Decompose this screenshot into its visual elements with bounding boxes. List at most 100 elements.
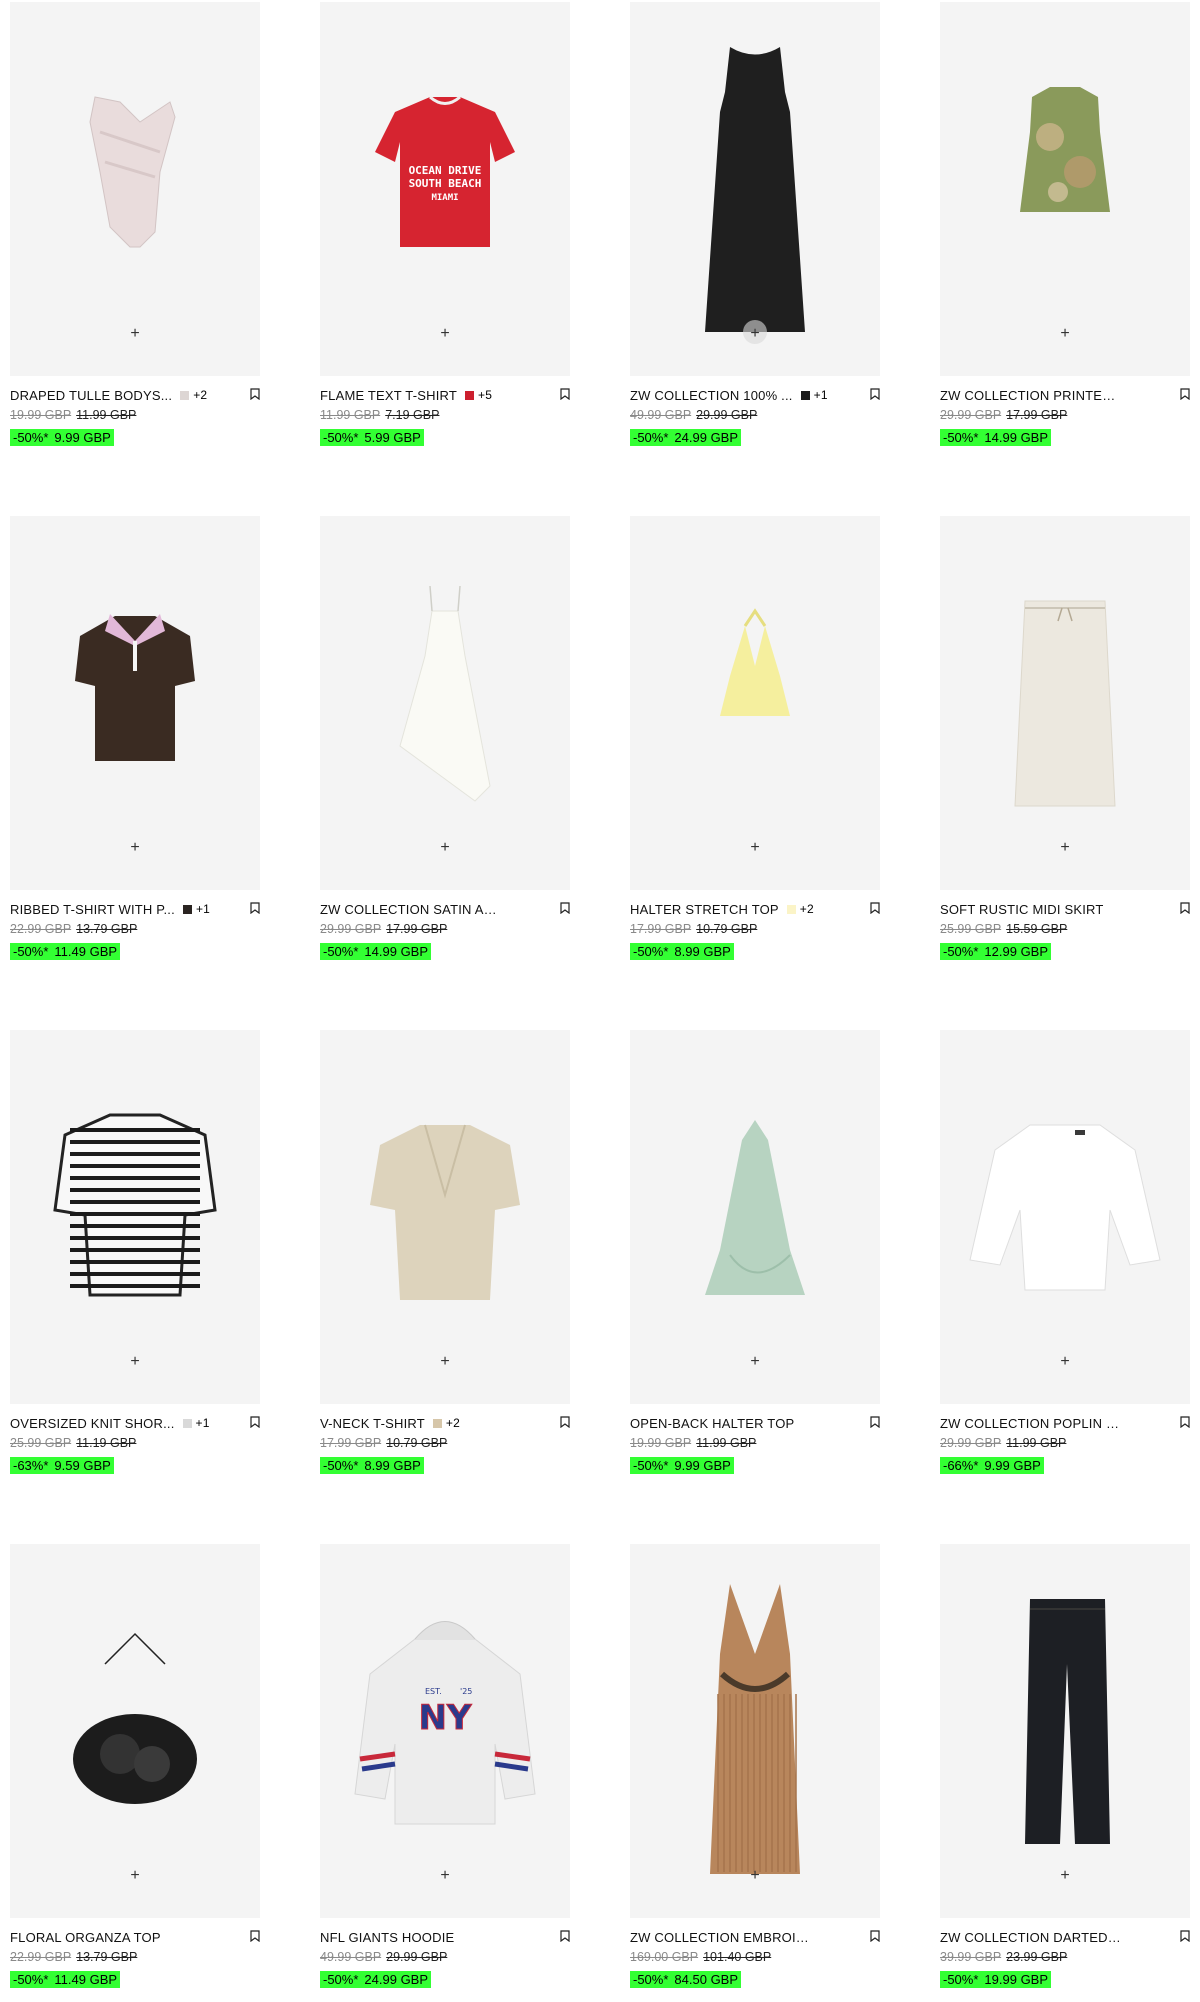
product-name[interactable]: FLORAL ORGANZA TOP xyxy=(10,1930,161,1945)
product-card[interactable]: + DRAPED TULLE BODYS... +2 19.99 GBP 11.99 G… xyxy=(10,2,260,458)
previous-price: 10.79 GBP xyxy=(386,1436,448,1450)
bookmark-icon[interactable] xyxy=(1180,388,1190,401)
product-name[interactable]: ZW COLLECTION POPLIN SHI... xyxy=(940,1416,1122,1431)
product-card[interactable]: + RIBBED T-SHIRT WITH P... +1 22.99 GBP 13.7… xyxy=(10,516,260,972)
product-name[interactable]: DRAPED TULLE BODYS... xyxy=(10,388,172,403)
product-card[interactable]: EST. '25 NY + NFL GIANTS HOODIE 49.99 GBP 29.9… xyxy=(320,1544,570,2000)
color-swatch[interactable] xyxy=(465,390,475,400)
more-colors-count[interactable]: +1 xyxy=(196,902,210,916)
product-name[interactable]: ZW COLLECTION EMBROIDE... xyxy=(630,1930,812,1945)
plus-icon[interactable]: + xyxy=(435,1352,455,1372)
bookmark-icon[interactable] xyxy=(560,902,570,915)
product-name[interactable]: V-NECK T-SHIRT xyxy=(320,1416,425,1431)
bookmark-icon[interactable] xyxy=(870,1930,880,1943)
product-image[interactable]: + xyxy=(10,1544,260,1918)
more-colors-count[interactable]: +5 xyxy=(478,388,492,402)
sale-badge: -50%* 24.99 GBP xyxy=(320,1971,432,1988)
plus-icon[interactable]: + xyxy=(1055,324,1075,344)
product-name[interactable]: ZW COLLECTION PRINTED TOP xyxy=(940,388,1122,403)
bookmark-icon[interactable] xyxy=(1180,1930,1190,1943)
product-image[interactable]: + xyxy=(940,2,1190,376)
plus-icon[interactable]: + xyxy=(125,1866,145,1886)
product-card[interactable]: + ZW COLLECTION POPLIN SHI... 29.99 GBP 11.… xyxy=(940,1030,1190,1486)
product-name[interactable]: HALTER STRETCH TOP xyxy=(630,902,779,917)
product-name[interactable]: ZW COLLECTION SATIN ASY... xyxy=(320,902,502,917)
more-colors-count[interactable]: +2 xyxy=(446,1416,460,1430)
color-swatch[interactable] xyxy=(432,1418,442,1428)
more-colors-count[interactable]: +1 xyxy=(814,388,828,402)
price-history: 19.99 GBP 11.99 GBP xyxy=(630,1436,756,1450)
plus-icon[interactable]: + xyxy=(435,324,455,344)
product-image[interactable]: + xyxy=(10,2,260,376)
product-card[interactable]: + OVERSIZED KNIT SHOR... +1 25.99 GBP 11.19 … xyxy=(10,1030,260,1486)
product-card[interactable]: + FLORAL ORGANZA TOP 22.99 GBP 13.79 GBP -50… xyxy=(10,1544,260,2000)
bookmark-icon[interactable] xyxy=(250,388,260,401)
product-image[interactable]: + xyxy=(940,1544,1190,1918)
product-name[interactable]: RIBBED T-SHIRT WITH P... xyxy=(10,902,175,917)
product-card[interactable]: OCEAN DRIVE SOUTH BEACH MIAMI + FLAME TEXT T… xyxy=(320,2,570,458)
product-image[interactable]: + xyxy=(630,1544,880,1918)
product-card[interactable]: + HALTER STRETCH TOP +2 17.99 GBP 10.79 GBP -… xyxy=(630,516,880,972)
discount-percent: -50%* xyxy=(943,944,979,959)
product-image[interactable]: + xyxy=(630,516,880,890)
plus-icon[interactable]: + xyxy=(745,324,765,344)
bookmark-icon[interactable] xyxy=(560,388,570,401)
product-image[interactable]: OCEAN DRIVE SOUTH BEACH MIAMI + xyxy=(320,2,570,376)
product-name[interactable]: SOFT RUSTIC MIDI SKIRT xyxy=(940,902,1104,917)
product-name[interactable]: OVERSIZED KNIT SHOR... xyxy=(10,1416,175,1431)
product-image[interactable]: + xyxy=(320,1030,570,1404)
plus-icon[interactable]: + xyxy=(745,1352,765,1372)
bookmark-icon[interactable] xyxy=(560,1930,570,1943)
product-image[interactable]: + xyxy=(320,516,570,890)
product-card[interactable]: + V-NECK T-SHIRT +2 17.99 GBP 10.79 GBP -50%*… xyxy=(320,1030,570,1486)
product-card[interactable]: + ZW COLLECTION PRINTED TOP 29.99 GBP 17.99… xyxy=(940,2,1190,458)
product-image[interactable]: EST. '25 NY + xyxy=(320,1544,570,1918)
color-swatch[interactable] xyxy=(182,904,192,914)
product-card[interactable]: + ZW COLLECTION SATIN ASY... 29.99 GBP 17.9… xyxy=(320,516,570,972)
plus-icon[interactable]: + xyxy=(435,1866,455,1886)
product-image[interactable]: + xyxy=(10,516,260,890)
color-swatch[interactable] xyxy=(182,1418,192,1428)
product-card[interactable]: + OPEN-BACK HALTER TOP 19.99 GBP 11.99 GBP -… xyxy=(630,1030,880,1486)
plus-icon[interactable]: + xyxy=(125,324,145,344)
bookmark-icon[interactable] xyxy=(250,902,260,915)
product-name[interactable]: ZW COLLECTION 100% ... xyxy=(630,388,793,403)
plus-icon[interactable]: + xyxy=(745,838,765,858)
more-colors-count[interactable]: +1 xyxy=(196,1416,210,1430)
bookmark-icon[interactable] xyxy=(1180,1416,1190,1429)
product-name[interactable]: ZW COLLECTION DARTED TR... xyxy=(940,1930,1122,1945)
product-image[interactable]: + xyxy=(940,1030,1190,1404)
product-image[interactable]: + xyxy=(10,1030,260,1404)
plus-icon[interactable]: + xyxy=(1055,1352,1075,1372)
color-swatch[interactable] xyxy=(786,904,796,914)
product-image[interactable]: + xyxy=(630,2,880,376)
plus-icon[interactable]: + xyxy=(125,1352,145,1372)
bookmark-icon[interactable] xyxy=(870,1416,880,1429)
more-colors-count[interactable]: +2 xyxy=(193,388,207,402)
color-swatch[interactable] xyxy=(180,390,190,400)
product-title-row: FLAME TEXT T-SHIRT +5 xyxy=(320,387,570,403)
bookmark-icon[interactable] xyxy=(1180,902,1190,915)
bookmark-icon[interactable] xyxy=(250,1416,260,1429)
more-colors-count[interactable]: +2 xyxy=(800,902,814,916)
bookmark-icon[interactable] xyxy=(250,1930,260,1943)
product-card[interactable]: + SOFT RUSTIC MIDI SKIRT 25.99 GBP 15.59 GB… xyxy=(940,516,1190,972)
plus-icon[interactable]: + xyxy=(1055,838,1075,858)
product-image[interactable]: + xyxy=(940,516,1190,890)
bookmark-icon[interactable] xyxy=(870,902,880,915)
product-card[interactable]: + ZW COLLECTION EMBROIDE... 169.00 GBP 101.… xyxy=(630,1544,880,2000)
product-image[interactable]: + xyxy=(630,1030,880,1404)
plus-icon[interactable]: + xyxy=(435,838,455,858)
product-name[interactable]: OPEN-BACK HALTER TOP xyxy=(630,1416,794,1431)
bookmark-icon[interactable] xyxy=(560,1416,570,1429)
plus-icon[interactable]: + xyxy=(745,1866,765,1886)
color-swatch[interactable] xyxy=(800,390,810,400)
product-name[interactable]: NFL GIANTS HOODIE xyxy=(320,1930,454,1945)
discount-percent: -50%* xyxy=(943,430,979,445)
product-card[interactable]: + ZW COLLECTION DARTED TR... 39.99 GBP 23.9… xyxy=(940,1544,1190,2000)
product-card[interactable]: + ZW COLLECTION 100% ... +1 49.99 GBP 29.99 … xyxy=(630,2,880,458)
bookmark-icon[interactable] xyxy=(870,388,880,401)
product-name[interactable]: FLAME TEXT T-SHIRT xyxy=(320,388,457,403)
plus-icon[interactable]: + xyxy=(1055,1866,1075,1886)
plus-icon[interactable]: + xyxy=(125,838,145,858)
